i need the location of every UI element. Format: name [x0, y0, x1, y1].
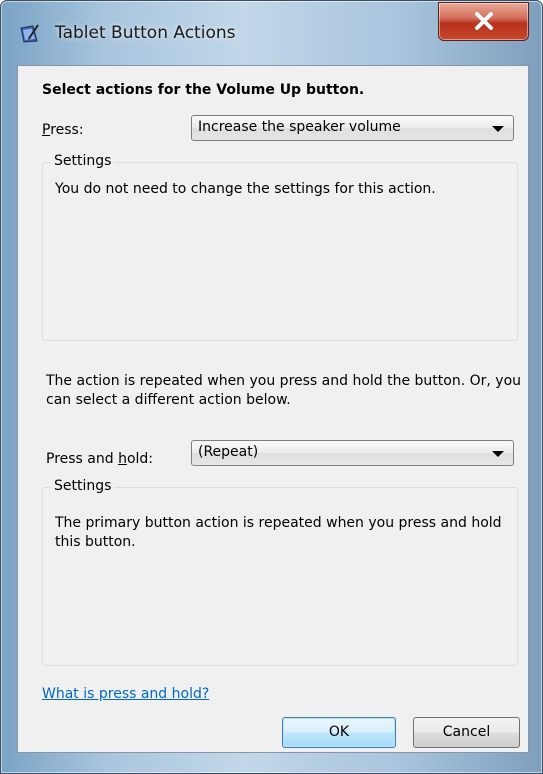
- press-and-hold-settings-group: Settings The primary button action is re…: [42, 478, 518, 666]
- ok-button[interactable]: OK: [282, 717, 396, 748]
- press-settings-text: You do not need to change the settings f…: [55, 181, 436, 197]
- press-and-hold-settings-text: The primary button action is repeated wh…: [55, 515, 502, 550]
- press-action-select[interactable]: Increase the speaker volume: [191, 115, 514, 141]
- press-and-hold-value: (Repeat): [198, 444, 259, 460]
- press-settings-group: Settings You do not need to change the s…: [42, 153, 518, 341]
- close-button[interactable]: [438, 2, 529, 41]
- press-and-hold-label-accelerator: h: [118, 451, 127, 467]
- dialog-heading: Select actions for the Volume Up button.: [42, 82, 365, 98]
- dialog-content: Select actions for the Volume Up button.…: [17, 65, 529, 753]
- press-and-hold-label: Press and hold:: [46, 451, 153, 467]
- press-and-hold-label-end: old:: [126, 451, 154, 467]
- dropdown-arrow-icon[interactable]: [492, 126, 504, 132]
- press-and-hold-select[interactable]: (Repeat): [191, 440, 514, 466]
- title-bar[interactable]: Tablet Button Actions: [1, 1, 542, 65]
- close-icon: [475, 12, 493, 30]
- press-and-hold-settings-title: Settings: [51, 478, 115, 494]
- repeat-description: The action is repeated when you press an…: [46, 373, 522, 408]
- tablet-pen-icon: [20, 24, 39, 43]
- press-and-hold-label-start: Press and: [46, 451, 119, 467]
- dialog-window: Tablet Button Actions Select actions for…: [0, 0, 543, 774]
- cancel-button[interactable]: Cancel: [413, 717, 520, 748]
- press-and-hold-help-link[interactable]: What is press and hold?: [42, 686, 209, 702]
- press-label-text: ress:: [50, 122, 84, 138]
- press-settings-title: Settings: [51, 153, 115, 169]
- press-label: Press:: [42, 122, 84, 138]
- press-action-value: Increase the speaker volume: [198, 119, 401, 135]
- press-label-accelerator: P: [42, 122, 51, 138]
- dropdown-arrow-icon[interactable]: [492, 451, 504, 457]
- window-title: Tablet Button Actions: [55, 23, 236, 43]
